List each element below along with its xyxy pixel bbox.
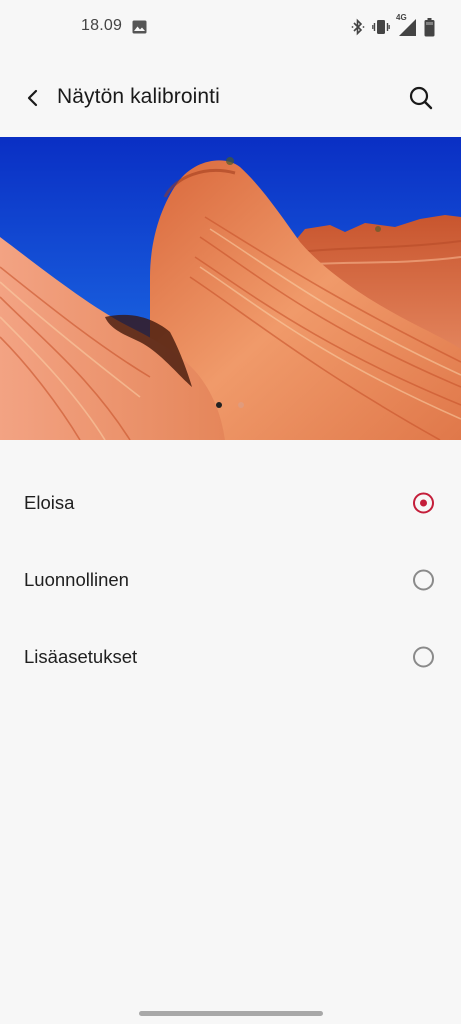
status-bar: 18.09 4G <box>0 0 461 56</box>
vibrate-icon <box>372 18 390 36</box>
screen: 18.09 4G Näytön kalibrointi Eloisa Luonn… <box>0 0 461 1024</box>
pager-dot-active[interactable] <box>216 402 222 408</box>
network-type-label: 4G <box>395 13 408 22</box>
option-label: Eloisa <box>24 492 75 513</box>
option-eloisa[interactable]: Eloisa <box>0 466 461 540</box>
radio-button[interactable] <box>413 646 434 668</box>
landscape-illustration <box>0 137 461 440</box>
gallery-icon <box>132 20 147 34</box>
page-title: Näytön kalibrointi <box>57 85 220 108</box>
status-time: 18.09 <box>81 17 123 34</box>
gesture-nav-handle[interactable] <box>139 1011 323 1016</box>
search-button[interactable] <box>403 80 439 116</box>
back-arrow-icon <box>27 89 38 107</box>
radio-button[interactable] <box>413 569 434 591</box>
option-luonnollinen[interactable]: Luonnollinen <box>0 543 461 617</box>
search-icon <box>409 86 433 110</box>
calibration-preview-image[interactable] <box>0 137 461 440</box>
back-button[interactable] <box>16 78 50 118</box>
radio-button-selected[interactable] <box>413 492 434 514</box>
bluetooth-icon <box>351 18 365 36</box>
pager-dot[interactable] <box>238 402 244 408</box>
option-label: Luonnollinen <box>24 569 129 590</box>
status-icons: 4G <box>351 13 435 38</box>
carousel-pager <box>216 402 244 408</box>
option-label: Lisäasetukset <box>24 646 138 667</box>
option-lisaasetukset[interactable]: Lisäasetukset <box>0 620 461 694</box>
app-bar: Näytön kalibrointi <box>0 70 461 126</box>
signal-icon: 4G <box>395 13 417 37</box>
battery-icon <box>424 17 435 37</box>
